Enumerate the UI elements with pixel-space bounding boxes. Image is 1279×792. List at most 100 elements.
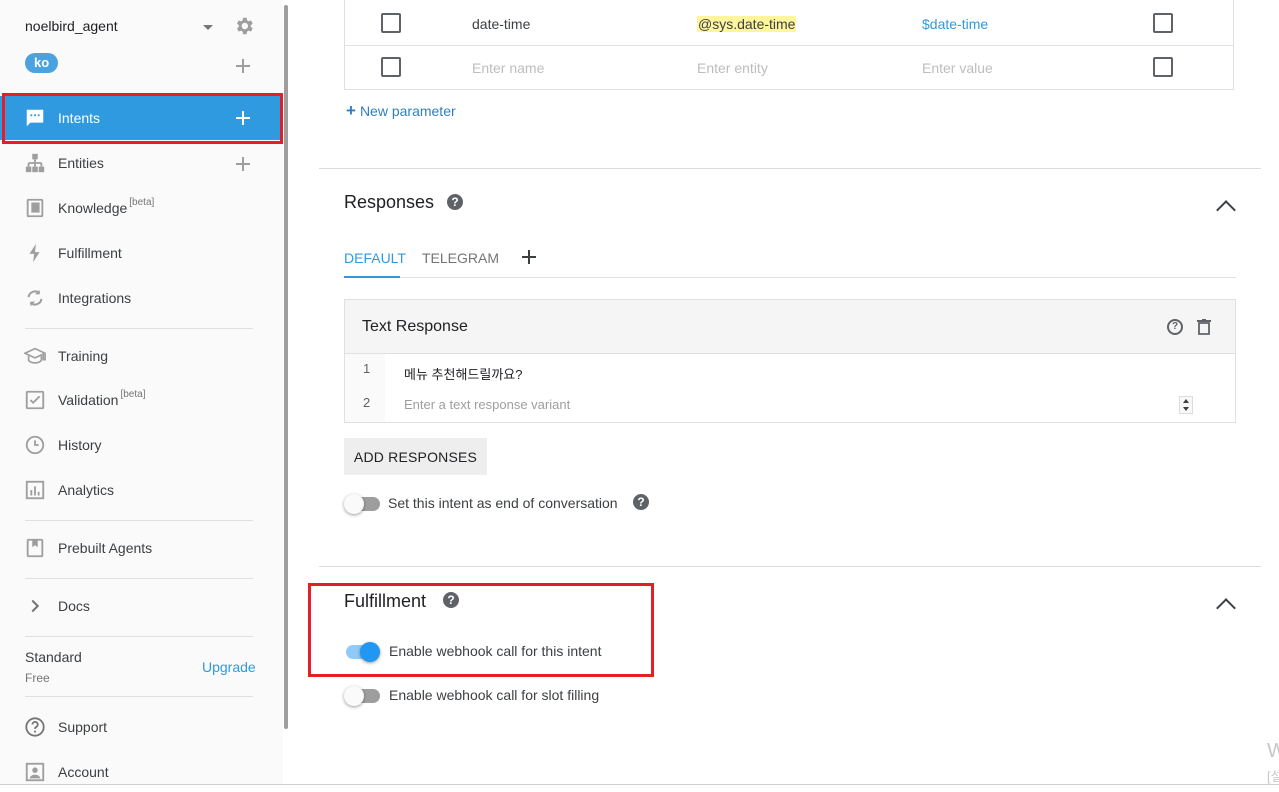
dialogflow-console: noelbird_agent ko Intents Entities Knowl… [0, 0, 1279, 792]
checkbox-icon [25, 390, 45, 410]
section-divider [319, 566, 1261, 567]
hierarchy-icon [25, 153, 45, 173]
sidebar-item-label: Prebuilt Agents [58, 540, 153, 556]
sidebar-item-label: Analytics [58, 482, 115, 498]
add-platform-icon[interactable] [522, 250, 536, 264]
sidebar-item-fulfillment[interactable]: Fulfillment [0, 231, 283, 275]
sidebar-item-label: Validation [beta] [58, 389, 146, 408]
watermark-text: W [1267, 740, 1279, 762]
intent-editor: date-time @sys.date-time $date-time Ente… [289, 0, 1279, 784]
sidebar-divider [25, 520, 253, 521]
sync-icon [27, 289, 43, 307]
end-conversation-toggle[interactable] [344, 494, 380, 514]
bookmark-book-icon [26, 538, 44, 558]
help-icon[interactable]: ? [633, 494, 649, 510]
is-list-checkbox[interactable] [1153, 13, 1173, 33]
sidebar-item-entities[interactable]: Entities [0, 141, 283, 185]
parameter-entity-input[interactable]: Enter entity [697, 60, 768, 76]
parameter-value[interactable]: $date-time [922, 16, 988, 32]
add-entity-icon[interactable] [236, 157, 250, 171]
plan-name: Standard [25, 649, 82, 665]
beta-tag: [beta] [120, 389, 146, 400]
graduation-cap-icon [24, 347, 46, 364]
responses-title: Responses [344, 192, 435, 212]
sidebar-item-label: History [58, 437, 102, 453]
agent-dropdown-icon[interactable] [203, 25, 213, 30]
sidebar-divider [25, 636, 253, 637]
response-tabs: DEFAULT TELEGRAM [344, 240, 1236, 278]
sidebar-divider [25, 578, 253, 579]
new-parameter-link[interactable]: + New parameter [346, 101, 456, 121]
sidebar-item-label: Fulfillment [58, 245, 122, 261]
sidebar-item-docs[interactable]: Docs [0, 584, 283, 628]
response-variant[interactable]: 메뉴 추천해드릴까요? [404, 364, 522, 383]
required-checkbox[interactable] [381, 13, 401, 33]
help-icon[interactable]: ? [447, 194, 463, 210]
chevron-up-icon[interactable] [1216, 200, 1236, 220]
sidebar-item-prebuilt-agents[interactable]: Prebuilt Agents [0, 526, 283, 570]
is-list-checkbox[interactable] [1153, 57, 1173, 77]
sidebar-item-label: Knowledge [beta] [58, 197, 155, 216]
sidebar: noelbird_agent ko Intents Entities Knowl… [0, 0, 283, 792]
highlight-box-intents [2, 93, 283, 144]
parameter-name-input[interactable]: Enter name [472, 60, 544, 76]
highlight-box-fulfillment [308, 583, 654, 677]
sidebar-item-analytics[interactable]: Analytics [0, 468, 283, 512]
sidebar-scrollbar[interactable] [284, 5, 288, 729]
language-badge[interactable]: ko [25, 53, 59, 73]
resize-stepper[interactable] [1179, 396, 1193, 414]
chevron-up-icon[interactable] [1216, 598, 1236, 618]
parameters-table: date-time @sys.date-time $date-time Ente… [344, 0, 1234, 90]
upgrade-link[interactable]: Upgrade [202, 659, 256, 675]
required-checkbox[interactable] [381, 57, 401, 77]
table-row: date-time @sys.date-time $date-time [345, 2, 1233, 46]
sidebar-item-history[interactable]: History [0, 423, 283, 467]
tab-telegram[interactable]: TELEGRAM [422, 250, 499, 266]
sidebar-item-knowledge[interactable]: Knowledge [beta] [0, 186, 283, 230]
sidebar-item-integrations[interactable]: Integrations [0, 276, 283, 320]
sidebar-item-label: Integrations [58, 290, 132, 306]
window-bottom-edge [0, 784, 1279, 792]
toggle-thumb [344, 686, 364, 706]
book-icon [26, 198, 44, 218]
table-row: Enter name Enter entity Enter value [345, 46, 1233, 90]
tab-default[interactable]: DEFAULT [344, 250, 406, 266]
card-title: Text Response [362, 318, 468, 335]
toggle-thumb [344, 494, 364, 514]
gear-icon[interactable] [233, 15, 255, 37]
help-circle-icon [25, 717, 45, 737]
sidebar-item-label: Docs [58, 598, 90, 614]
plus-icon: + [346, 101, 356, 120]
response-variant-input[interactable]: Enter a text response variant [404, 397, 570, 412]
trash-icon[interactable] [1197, 319, 1211, 335]
card-header: Text Response ? [345, 300, 1235, 354]
clock-icon [25, 435, 45, 455]
sidebar-item-training[interactable]: Training [0, 334, 283, 378]
end-conversation-label: Set this intent as end of conversation [388, 495, 618, 511]
sidebar-item-validation[interactable]: Validation [beta] [0, 378, 283, 422]
sidebar-item-label: Entities [58, 155, 104, 171]
sidebar-item-label: Account [58, 764, 109, 780]
sidebar-item-label: Training [58, 348, 109, 364]
text-response-card: Text Response ? 1 메뉴 추천해드릴까요? 2 Enter a … [344, 299, 1236, 423]
parameter-entity[interactable]: @sys.date-time [697, 16, 797, 32]
add-language-icon[interactable] [236, 59, 250, 73]
parameter-name[interactable]: date-time [472, 16, 530, 32]
slot-filling-label: Enable webhook call for slot filling [389, 687, 600, 703]
add-responses-button[interactable]: ADD RESPONSES [344, 438, 487, 475]
account-icon [25, 762, 45, 782]
sidebar-item-support[interactable]: Support [0, 705, 283, 749]
line-number: 2 [363, 395, 371, 410]
sidebar-divider [25, 328, 253, 329]
plan-tier: Free [25, 671, 50, 685]
watermark-text: [설 [1267, 769, 1279, 784]
line-number: 1 [363, 361, 371, 376]
bar-chart-icon [25, 480, 45, 500]
lightning-icon [29, 243, 40, 263]
slot-filling-toggle[interactable] [344, 686, 380, 706]
beta-tag: [beta] [129, 197, 155, 208]
agent-name[interactable]: noelbird_agent [25, 18, 118, 34]
help-circle-icon[interactable]: ? [1167, 319, 1183, 335]
parameter-value-input[interactable]: Enter value [922, 60, 993, 76]
section-divider [319, 168, 1261, 169]
